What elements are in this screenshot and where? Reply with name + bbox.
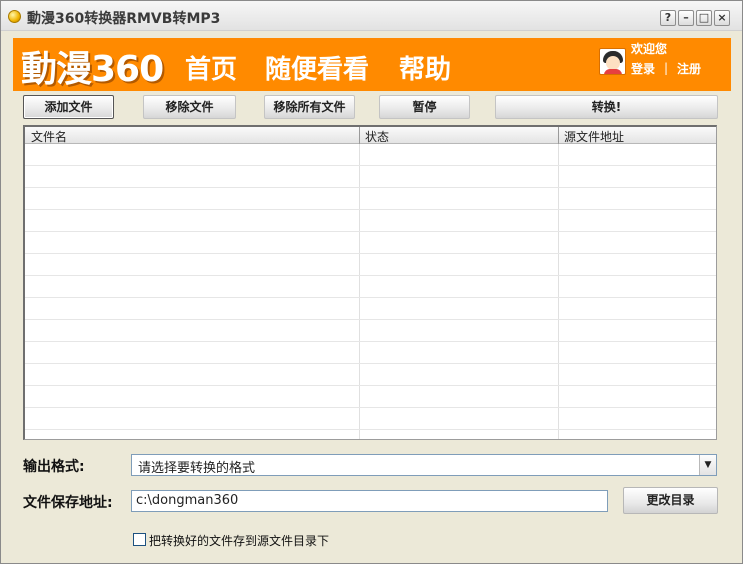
pause-button[interactable]: 暂停 xyxy=(379,95,470,119)
app-icon xyxy=(8,10,21,23)
save-to-source-checkbox[interactable] xyxy=(133,533,146,546)
title-bar[interactable]: 動漫360转换器RMVB转MP3 ? – □ × xyxy=(1,1,742,31)
login-link[interactable]: 登录 xyxy=(631,60,655,77)
output-format-value: 请选择要转换的格式 xyxy=(138,461,256,476)
empty-row xyxy=(25,232,716,254)
nav-home[interactable]: 首页 xyxy=(185,49,237,86)
empty-row xyxy=(25,166,716,188)
brand-logo[interactable]: 動漫360 xyxy=(21,40,164,92)
remove-all-button[interactable]: 移除所有文件 xyxy=(264,95,355,119)
link-separator: | xyxy=(664,61,669,75)
close-button[interactable]: × xyxy=(714,10,730,26)
save-path-input[interactable]: c:\dongman360 xyxy=(131,490,608,512)
welcome-text: 欢迎您 xyxy=(631,42,668,56)
save-path-label: 文件保存地址: xyxy=(23,495,113,511)
header-banner: 動漫360 首页 随便看看 帮助 欢迎您 登录 | 注册 xyxy=(13,38,731,91)
nav-browse[interactable]: 随便看看 xyxy=(265,49,369,86)
convert-button[interactable]: 转换! xyxy=(495,95,718,119)
output-format-select[interactable]: 请选择要转换的格式 ▼ xyxy=(131,454,717,476)
nav-help[interactable]: 帮助 xyxy=(399,49,451,86)
column-divider[interactable] xyxy=(359,127,360,144)
empty-row xyxy=(25,144,716,166)
empty-row xyxy=(25,408,716,430)
column-filename[interactable]: 文件名 xyxy=(31,128,67,145)
file-list[interactable]: 文件名 状态 源文件地址 xyxy=(23,125,717,440)
help-button[interactable]: ? xyxy=(660,10,676,26)
add-file-button[interactable]: 添加文件 xyxy=(23,95,114,119)
chevron-down-icon[interactable]: ▼ xyxy=(699,455,716,475)
empty-row xyxy=(25,276,716,298)
empty-row xyxy=(25,320,716,342)
avatar-icon xyxy=(599,48,626,75)
column-status[interactable]: 状态 xyxy=(365,128,389,145)
column-divider[interactable] xyxy=(558,127,559,144)
empty-row xyxy=(25,210,716,232)
empty-row xyxy=(25,364,716,386)
register-link[interactable]: 注册 xyxy=(677,60,701,77)
empty-row xyxy=(25,298,716,320)
empty-row xyxy=(25,254,716,276)
change-directory-button[interactable]: 更改目录 xyxy=(623,487,718,514)
empty-row xyxy=(25,386,716,408)
file-list-header: 文件名 状态 源文件地址 xyxy=(25,127,716,145)
empty-row xyxy=(25,342,716,364)
minimize-button[interactable]: – xyxy=(678,10,694,26)
window-title: 動漫360转换器RMVB转MP3 xyxy=(27,11,221,27)
output-format-label: 输出格式: xyxy=(23,459,85,475)
main-window: 動漫360转换器RMVB转MP3 ? – □ × 動漫360 首页 随便看看 帮… xyxy=(0,0,743,564)
maximize-button[interactable]: □ xyxy=(696,10,712,26)
empty-row xyxy=(25,188,716,210)
save-to-source-label[interactable]: 把转换好的文件存到源文件目录下 xyxy=(149,532,329,549)
remove-file-button[interactable]: 移除文件 xyxy=(143,95,236,119)
column-source-path[interactable]: 源文件地址 xyxy=(564,128,624,145)
